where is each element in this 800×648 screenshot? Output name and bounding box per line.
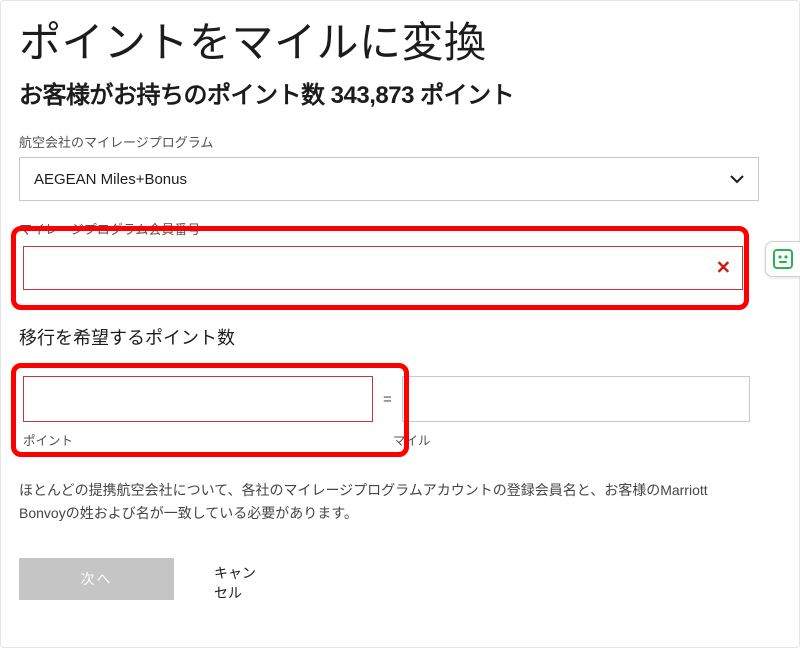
clear-icon[interactable]: ✕ (716, 258, 731, 279)
member-number-label: マイレージプログラム会員番号 (19, 219, 781, 238)
next-button[interactable]: 次へ (19, 558, 174, 600)
chevron-down-icon (730, 174, 744, 184)
miles-unit-label: マイル (393, 430, 431, 449)
password-manager-widget[interactable] (765, 241, 800, 277)
points-input[interactable] (23, 376, 373, 422)
cancel-button[interactable]: キャンセル (214, 558, 266, 603)
desired-points-heading: 移行を希望するポイント数 (19, 324, 781, 350)
page-title: ポイントをマイルに変換 (19, 19, 781, 67)
airline-program-selected: AEGEAN Miles+Bonus (34, 171, 187, 188)
points-unit-label: ポイント (23, 430, 393, 449)
miles-output (402, 376, 750, 422)
program-label: 航空会社のマイレージプログラム (19, 132, 781, 151)
name-match-note: ほとんどの提携航空会社について、各社のマイレージプログラムアカウントの登録会員名… (19, 479, 739, 524)
points-balance-subheading: お客様がお持ちのポイント数 343,873 ポイント (19, 75, 781, 110)
equals-label: = (383, 391, 392, 408)
member-number-input[interactable] (23, 246, 743, 290)
password-manager-icon (773, 249, 793, 269)
airline-program-select[interactable]: AEGEAN Miles+Bonus (19, 157, 759, 201)
